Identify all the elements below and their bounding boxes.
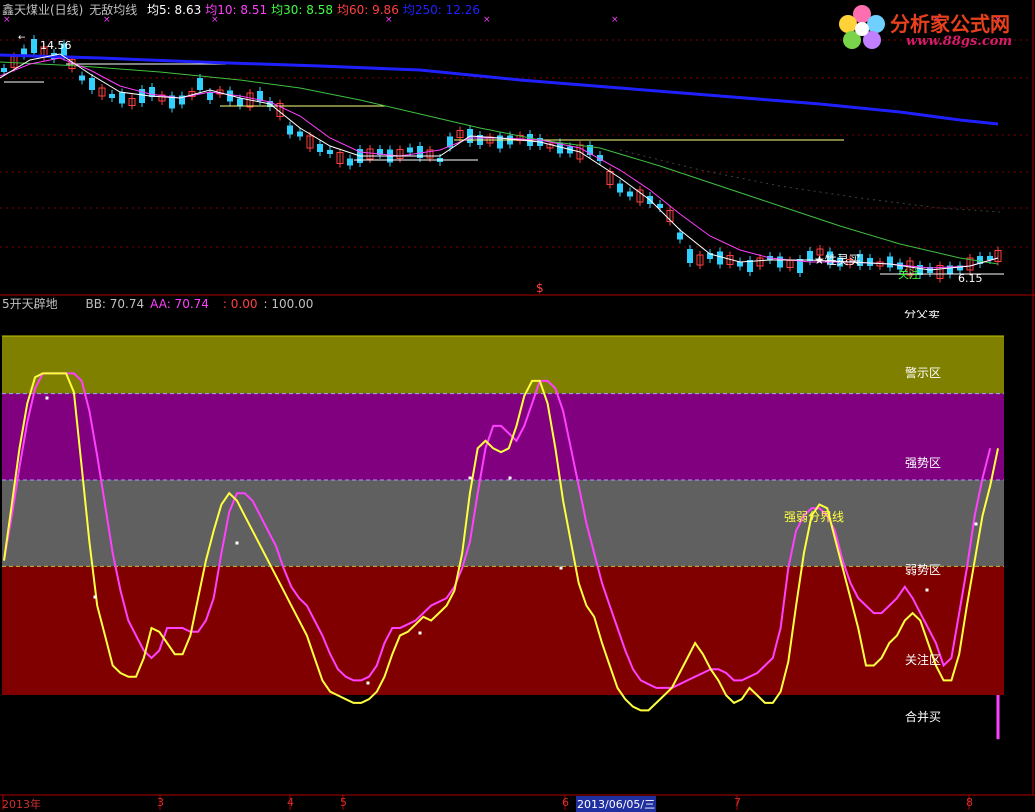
flower-logo-icon [839,5,885,49]
main-panel-header: 鑫天煤业(日线) 无敌均线 均5: 8.63 均10: 8.51 均30: 8.58… [2,3,490,17]
stock-chart[interactable]: ×××××××××← [0,0,1035,810]
sub-readout: AA: 70.74 [150,297,209,311]
date-label: 6 [562,796,569,809]
logo-url: www.88gs.com [906,34,1013,49]
top-cut-label: 分父卖 [904,310,941,318]
zone-band [2,566,1004,624]
date-label: 3 [157,796,164,809]
site-logo[interactable]: 分析家公式网 www.88gs.com [834,2,1030,52]
candle-body [287,125,293,135]
candle-body [347,158,353,166]
bb-marker [418,631,422,635]
dollar-marker: $ [536,281,544,295]
sub-indicator-name[interactable]: 5开天辟地 [2,297,58,311]
candle-body [207,92,213,100]
bb-marker [559,566,563,570]
ma-readout: 均5: 8.63 [147,3,202,17]
main-panel-grid [0,39,1032,248]
candle-body [407,147,413,153]
sub-readout: : 0.00 [222,297,258,311]
candle-body [79,75,85,81]
logo-name: 分析家公式网 [890,12,1010,36]
ma-readout: 均30: 8.58 [271,3,333,17]
candle-body [89,78,95,90]
bb-marker [974,522,978,526]
date-label: 7 [734,796,741,809]
high-price-label: 14.56 [40,39,72,52]
candle-body [687,249,693,263]
bb-marker [468,476,472,480]
sub-readout: BB: 70.74 [85,297,145,311]
x-marker: × [611,15,619,25]
zone-label-watch: 关注区 [905,653,942,667]
sub-readout: : 100.00 [263,297,314,311]
candle-body [119,92,125,104]
candle-body [297,131,303,137]
sub-readouts: BB: 70.74 AA: 70.74 : 0.00 : 100.00 [85,297,319,311]
candle-body [317,144,323,152]
candle-body [627,191,633,197]
sub-panel-header: 5开天辟地 BB: 70.74 AA: 70.74 : 0.00 : 100.00 [2,297,325,311]
candle-body [197,78,203,90]
bb-marker [235,541,239,545]
low-price-label: 6.15 [958,272,983,285]
ma-readout: 均250: 12.26 [402,3,480,17]
candle-body [327,150,333,154]
candle-body [777,256,783,268]
date-label: 5 [340,796,347,809]
candle-body [887,256,893,268]
divider-label: 强弱分界线 [784,510,845,524]
ma-readouts: 均5: 8.63 均10: 8.51 均30: 8.58 均60: 9.86 均250:… [147,3,484,17]
main-panel-ma-lines [0,53,1001,271]
zone-band [2,480,1004,567]
zone-label-weak: 弱势区 [905,563,942,577]
zone-band [2,393,1004,480]
candle-body [717,251,723,265]
candle-body [867,258,873,266]
ma-readout: 均60: 9.86 [336,3,399,17]
bb-marker [925,588,929,592]
zone-band [2,624,1004,695]
ma5-line [0,53,999,271]
zone-label-strong: 强势区 [905,456,942,470]
zone-band [2,336,1004,394]
candle-body [237,98,243,106]
candle-body [109,94,115,98]
main-panel-candles [1,35,1004,283]
bb-marker [508,476,512,480]
candle-body [617,183,623,193]
watch-signal-label: 关注 [898,268,920,281]
zone-label-warning: 警示区 [905,366,942,380]
candle-body [31,39,37,53]
bb-marker [45,396,49,400]
date-label: 4 [287,796,294,809]
date-label: 8 [966,796,973,809]
stock-title[interactable]: 鑫天煤业(日线) [2,3,83,17]
candle-body [677,232,683,240]
bb-marker [93,595,97,599]
bb-marker [366,681,370,685]
ma60-line [619,149,1001,213]
candle-body [1,68,7,72]
sub-panel-zones [2,335,1004,695]
main-indicator-name[interactable]: 无敌均线 [89,3,137,17]
buy-signal-label: ★牲灵买 [814,253,861,267]
high-marker-icon: ← [18,33,26,43]
ma-readout: 均10: 8.51 [205,3,268,17]
zone-label-buy: 合并买 [905,710,942,724]
